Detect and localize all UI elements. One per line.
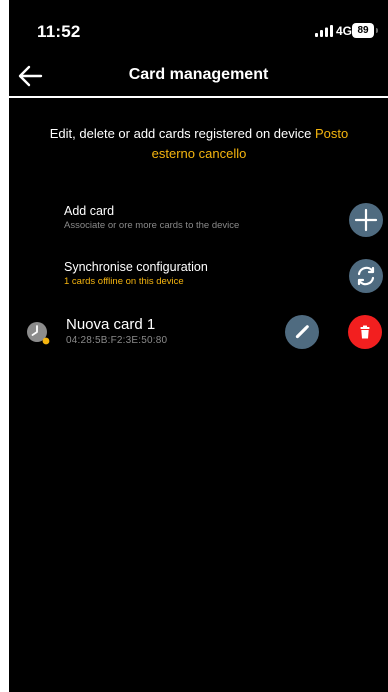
sync-icon (357, 266, 375, 286)
sync-config-subtitle: 1 cards offline on this device (64, 276, 184, 287)
app-header: Card management (9, 60, 388, 98)
battery-level: 89 (352, 23, 374, 38)
add-card-row[interactable]: Add card Associate or ore more cards to … (64, 203, 384, 233)
app-screen: 11:52 4G 89 Card management Edit, delete… (9, 0, 388, 692)
signal-icon (315, 25, 333, 37)
page-title: Card management (128, 66, 269, 83)
trash-icon (360, 325, 370, 339)
add-card-button[interactable] (349, 203, 383, 237)
pencil-icon (295, 325, 309, 339)
add-card-title: Add card (64, 204, 115, 218)
description-text: Edit, delete or add cards registered on … (49, 126, 315, 141)
card-name: Nuova card 1 (66, 316, 156, 333)
status-time: 11:52 (37, 22, 81, 41)
edit-card-button[interactable] (285, 315, 319, 349)
sync-config-title: Synchronise configuration (64, 260, 208, 274)
battery-tip (376, 28, 378, 33)
sync-config-button[interactable] (349, 259, 383, 293)
clock-icon (27, 322, 50, 345)
plus-icon (354, 208, 378, 232)
delete-card-button[interactable] (348, 315, 382, 349)
sync-config-row[interactable]: Synchronise configuration 1 cards offlin… (64, 259, 384, 289)
page-description: Edit, delete or add cards registered on … (29, 124, 369, 164)
status-bar: 11:52 4G 89 (9, 0, 388, 60)
battery-icon: 89 (352, 23, 380, 38)
network-type: 4G (336, 24, 353, 38)
card-mac-address: 04:28:5B:F2:3E:50:80 (66, 335, 168, 346)
add-card-subtitle: Associate or ore more cards to the devic… (64, 220, 240, 231)
